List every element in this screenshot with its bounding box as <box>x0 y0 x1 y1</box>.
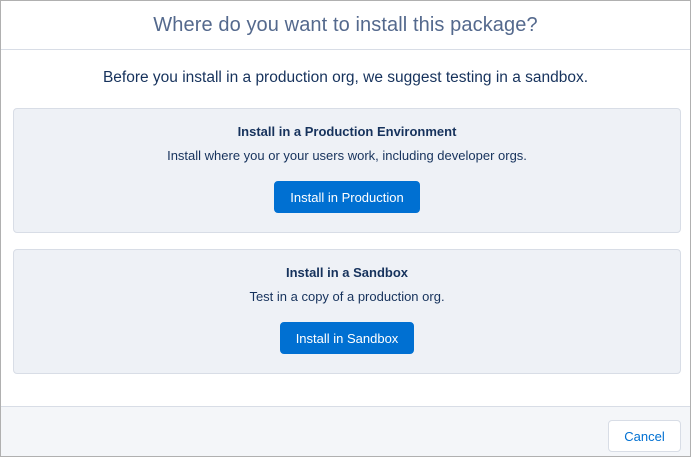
production-option-description: Install where you or your users work, in… <box>167 148 527 163</box>
sandbox-option-card: Install in a Sandbox Test in a copy of a… <box>13 249 681 374</box>
modal-header: Where do you want to install this packag… <box>1 1 690 50</box>
sandbox-option-title: Install in a Sandbox <box>285 265 409 280</box>
modal-title: Where do you want to install this packag… <box>153 13 538 36</box>
install-package-modal: Where do you want to install this packag… <box>0 0 691 457</box>
cancel-button[interactable]: Cancel <box>608 420 681 452</box>
production-option-card: Install in a Production Environment Inst… <box>13 108 681 233</box>
modal-intro-text: Before you install in a production org, … <box>102 69 589 86</box>
install-in-sandbox-button[interactable]: Install in Sandbox <box>280 322 414 354</box>
modal-footer: Cancel <box>1 406 690 456</box>
sandbox-option-description: Test in a copy of a production org. <box>249 289 445 304</box>
production-option-title: Install in a Production Environment <box>237 124 457 139</box>
install-in-production-button[interactable]: Install in Production <box>274 181 420 213</box>
